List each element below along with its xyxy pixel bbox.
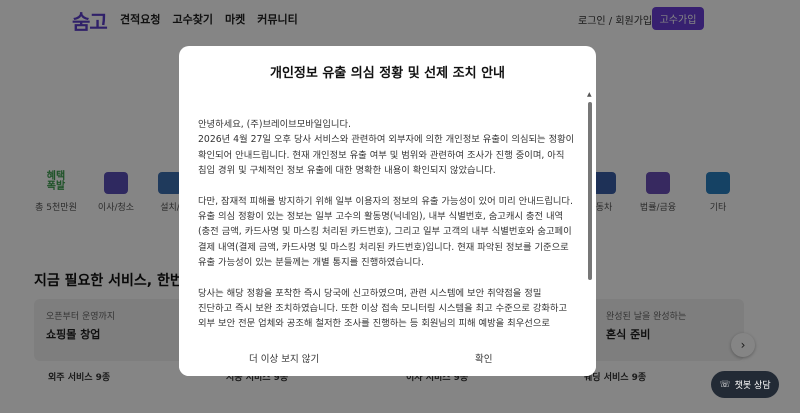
chatbot-button[interactable]: ☏ 챗봇 상담 bbox=[711, 371, 779, 398]
privacy-notice-modal: 개인정보 유출 의심 정황 및 선제 조치 안내 안녕하세요, (주)브레이브모… bbox=[179, 46, 596, 376]
modal-body[interactable]: 안녕하세요, (주)브레이브모바일입니다. 2026년 4월 27일 오후 당사… bbox=[198, 117, 576, 342]
chatbot-label: 챗봇 상담 bbox=[734, 381, 771, 391]
modal-footer: 더 이상 보지 않기 확인 bbox=[179, 342, 596, 376]
dont-show-again-button[interactable]: 더 이상 보지 않기 bbox=[249, 351, 319, 365]
notice-paragraph: 당사는 해당 정황을 포착한 즉시 당국에 신고하였으며, 관련 시스템에 보안… bbox=[198, 287, 568, 330]
scroll-up-arrow-icon[interactable]: ▲ bbox=[587, 91, 592, 98]
notice-paragraph: 다만, 잠재적 피해를 방지하기 위해 일부 이용자의 정보의 유출 가능성이 … bbox=[198, 195, 573, 269]
scrollbar-thumb[interactable] bbox=[588, 102, 592, 280]
confirm-button[interactable]: 확인 bbox=[475, 351, 492, 365]
notice-paragraph: 안녕하세요, (주)브레이브모바일입니다. 2026년 4월 27일 오후 당사… bbox=[198, 119, 575, 177]
headset-icon: ☏ bbox=[719, 379, 731, 390]
modal-title: 개인정보 유출 의심 정황 및 선제 조치 안내 bbox=[269, 66, 505, 81]
